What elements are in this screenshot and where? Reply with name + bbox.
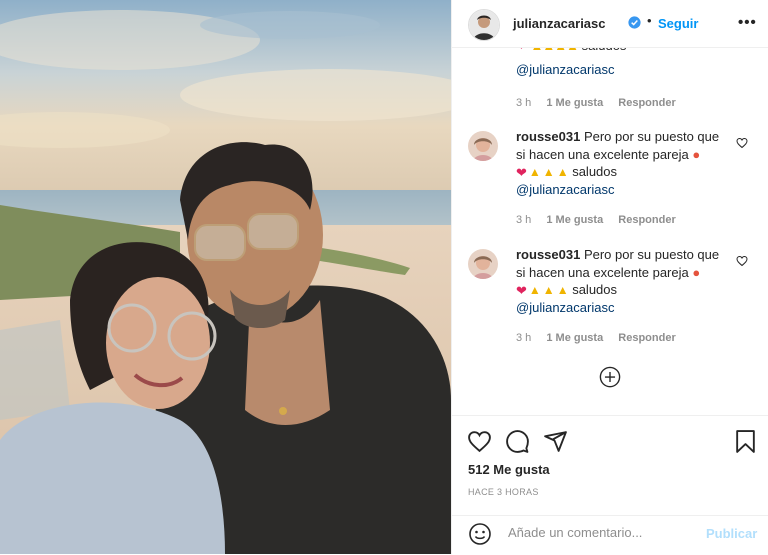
clipped-comment: ❤ ▲▲▲▲ saludos @julianzacariasc — [516, 47, 626, 79]
praying-emoji: ▲ — [542, 282, 555, 297]
comment-heart-icon[interactable] — [736, 137, 748, 149]
comment-composer: Publicar — [452, 515, 768, 555]
comment-time[interactable]: 3 h — [516, 332, 531, 344]
comment-message-end: saludos — [572, 282, 618, 297]
comment-message-end: saludos — [572, 164, 618, 179]
post-side-panel: julianzacariasc • Seguir ••• ❤ ▲▲▲▲ salu… — [451, 0, 768, 554]
post-actions: 512 Me gusta HACE 3 HORAS — [452, 415, 768, 516]
publish-button[interactable]: Publicar — [706, 526, 757, 541]
author-username[interactable]: julianzacariasc — [513, 16, 606, 31]
comment-time[interactable]: 3 h — [516, 214, 531, 226]
comment-likes[interactable]: 1 Me gusta — [546, 214, 603, 226]
red-heart-emoji: ❤ — [516, 282, 527, 298]
commenter-username[interactable]: rousse031 — [516, 247, 580, 262]
header-separator: • — [647, 13, 652, 28]
comment-input[interactable] — [506, 524, 700, 541]
commenter-avatar[interactable] — [468, 249, 498, 279]
comment-meta: 3 h 1 Me gusta Responder — [516, 214, 688, 226]
heart-eyes-emoji: ● — [692, 264, 701, 280]
likes-count[interactable]: 512 Me gusta — [468, 462, 550, 477]
heart-eyes-emoji: ● — [692, 146, 701, 162]
emoji-icon[interactable] — [468, 522, 492, 546]
red-heart-emoji: ❤ — [516, 164, 527, 180]
commenter-avatar[interactable] — [468, 131, 498, 161]
comment-likes[interactable]: 1 Me gusta — [546, 332, 603, 344]
comment-mention[interactable]: @julianzacariasc — [516, 300, 614, 315]
emoji-group: ❤ ▲ ▲ ▲ — [516, 282, 569, 300]
more-options-icon[interactable]: ••• — [738, 14, 757, 31]
praying-emoji: ▲ — [556, 164, 569, 179]
comment-meta: 3 h 1 Me gusta Responder — [516, 332, 688, 344]
praying-emoji: ▲ — [556, 282, 569, 297]
reply-button[interactable]: Responder — [618, 332, 675, 344]
comment-likes[interactable]: 1 Me gusta — [546, 97, 603, 109]
reply-button[interactable]: Responder — [618, 214, 675, 226]
comment-mention[interactable]: @julianzacariasc — [516, 182, 614, 197]
add-circle-icon[interactable] — [599, 366, 621, 388]
reply-button[interactable]: Responder — [618, 97, 675, 109]
comment-mention[interactable]: @julianzacariasc — [516, 61, 626, 79]
verified-badge-icon — [628, 16, 641, 29]
commenter-username[interactable]: rousse031 — [516, 129, 580, 144]
comments-list[interactable]: ❤ ▲▲▲▲ saludos @julianzacariasc 3 h 1 Me… — [452, 47, 768, 415]
share-icon[interactable] — [543, 429, 568, 454]
comment-icon[interactable] — [505, 429, 530, 454]
praying-emoji: ▲ — [528, 282, 541, 297]
follow-button[interactable]: Seguir — [658, 16, 698, 31]
comment-text: rousse031 Pero por su puesto que si hace… — [516, 246, 721, 317]
bookmark-icon[interactable] — [733, 429, 758, 454]
comment-time[interactable]: 3 h — [516, 97, 531, 109]
post-photo[interactable] — [0, 0, 451, 554]
post-image — [0, 0, 451, 554]
comment-meta: 3 h 1 Me gusta Responder — [516, 97, 688, 109]
post-timestamp[interactable]: HACE 3 HORAS — [468, 487, 539, 497]
author-avatar[interactable] — [468, 9, 500, 41]
clipped-comment-text: ❤ ▲▲▲▲ saludos — [516, 47, 626, 55]
heart-icon[interactable] — [467, 429, 492, 454]
praying-emoji: ▲ — [542, 164, 555, 179]
emoji-group: ❤ ▲ ▲ ▲ — [516, 164, 569, 182]
post-header: julianzacariasc • Seguir ••• — [452, 0, 768, 48]
praying-emoji: ▲ — [528, 164, 541, 179]
comment-text: rousse031 Pero por su puesto que si hace… — [516, 128, 721, 199]
comment-heart-icon[interactable] — [736, 255, 748, 267]
